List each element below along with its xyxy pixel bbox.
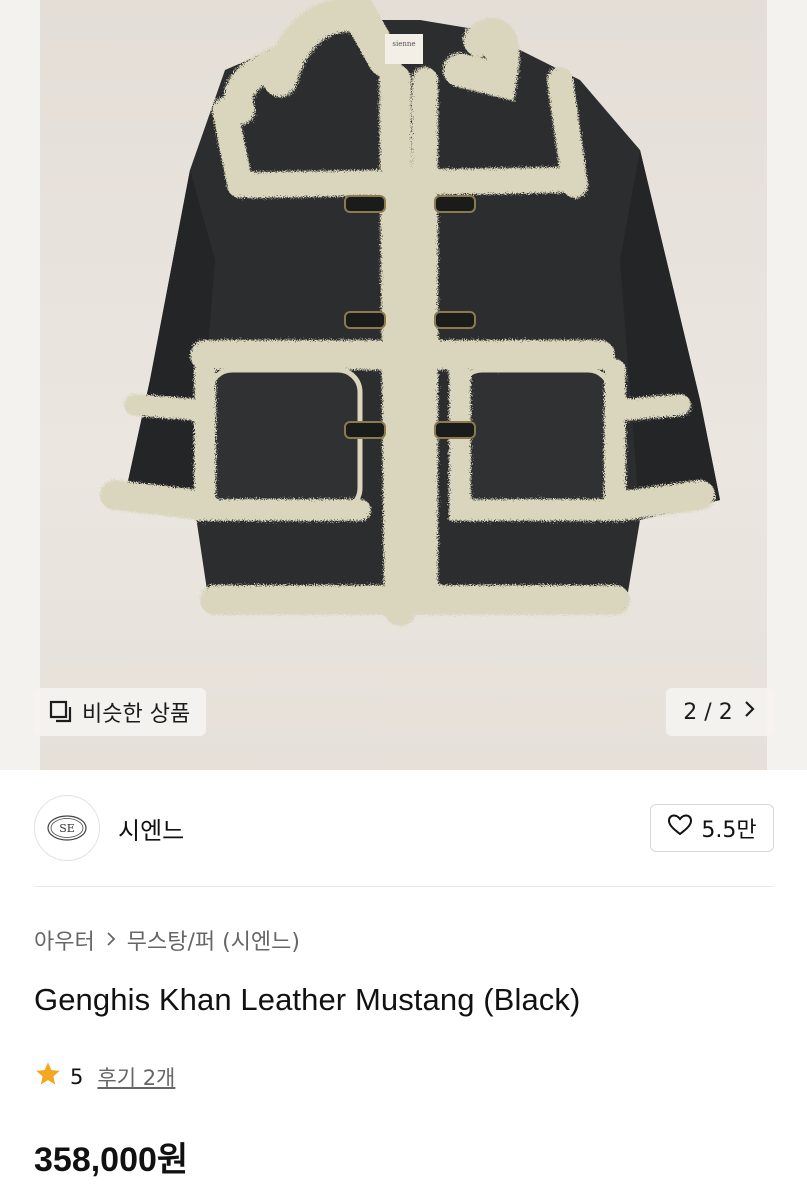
- star-icon: [34, 1060, 62, 1093]
- product-price: 358,000원: [34, 1141, 189, 1179]
- breadcrumb-category[interactable]: 아우터: [34, 924, 95, 956]
- chevron-right-icon: [743, 699, 757, 725]
- like-button[interactable]: 5.5만: [650, 804, 774, 852]
- breadcrumb-subcategory[interactable]: 무스탕/퍼 (시엔느): [127, 924, 300, 956]
- brand-name[interactable]: 시엔느: [118, 811, 184, 846]
- jacket-image: sienne: [100, 0, 720, 626]
- product-image-gallery[interactable]: sienne 비슷한 상품 2 / 2: [0, 0, 807, 770]
- similar-products-label: 비슷한 상품: [82, 702, 191, 727]
- product-rating: 5 후기 2개: [34, 1060, 175, 1093]
- svg-text:sienne: sienne: [392, 40, 415, 48]
- reviews-link[interactable]: 후기 2개: [97, 1062, 175, 1092]
- image-pager-count: 2 / 2: [683, 699, 733, 725]
- svg-text:SE: SE: [59, 822, 75, 835]
- chevron-right-icon: [105, 928, 117, 952]
- copy-icon: [48, 699, 74, 725]
- like-count: 5.5만: [701, 818, 757, 843]
- heart-icon: [667, 813, 693, 843]
- product-page: sienne 비슷한 상품 2 / 2 SE 시엔느 5.5만 아우터 무스탕/…: [0, 0, 807, 1200]
- brand-row: SE 시엔느 5.5만: [34, 795, 774, 861]
- image-pager[interactable]: 2 / 2: [666, 688, 774, 736]
- divider: [34, 886, 774, 887]
- rating-value: 5: [70, 1064, 84, 1089]
- brand-logo[interactable]: SE: [34, 795, 100, 861]
- breadcrumb: 아우터 무스탕/퍼 (시엔느): [34, 924, 300, 956]
- product-title: Genghis Khan Leather Mustang (Black): [34, 982, 581, 1017]
- similar-products-button[interactable]: 비슷한 상품: [34, 688, 207, 736]
